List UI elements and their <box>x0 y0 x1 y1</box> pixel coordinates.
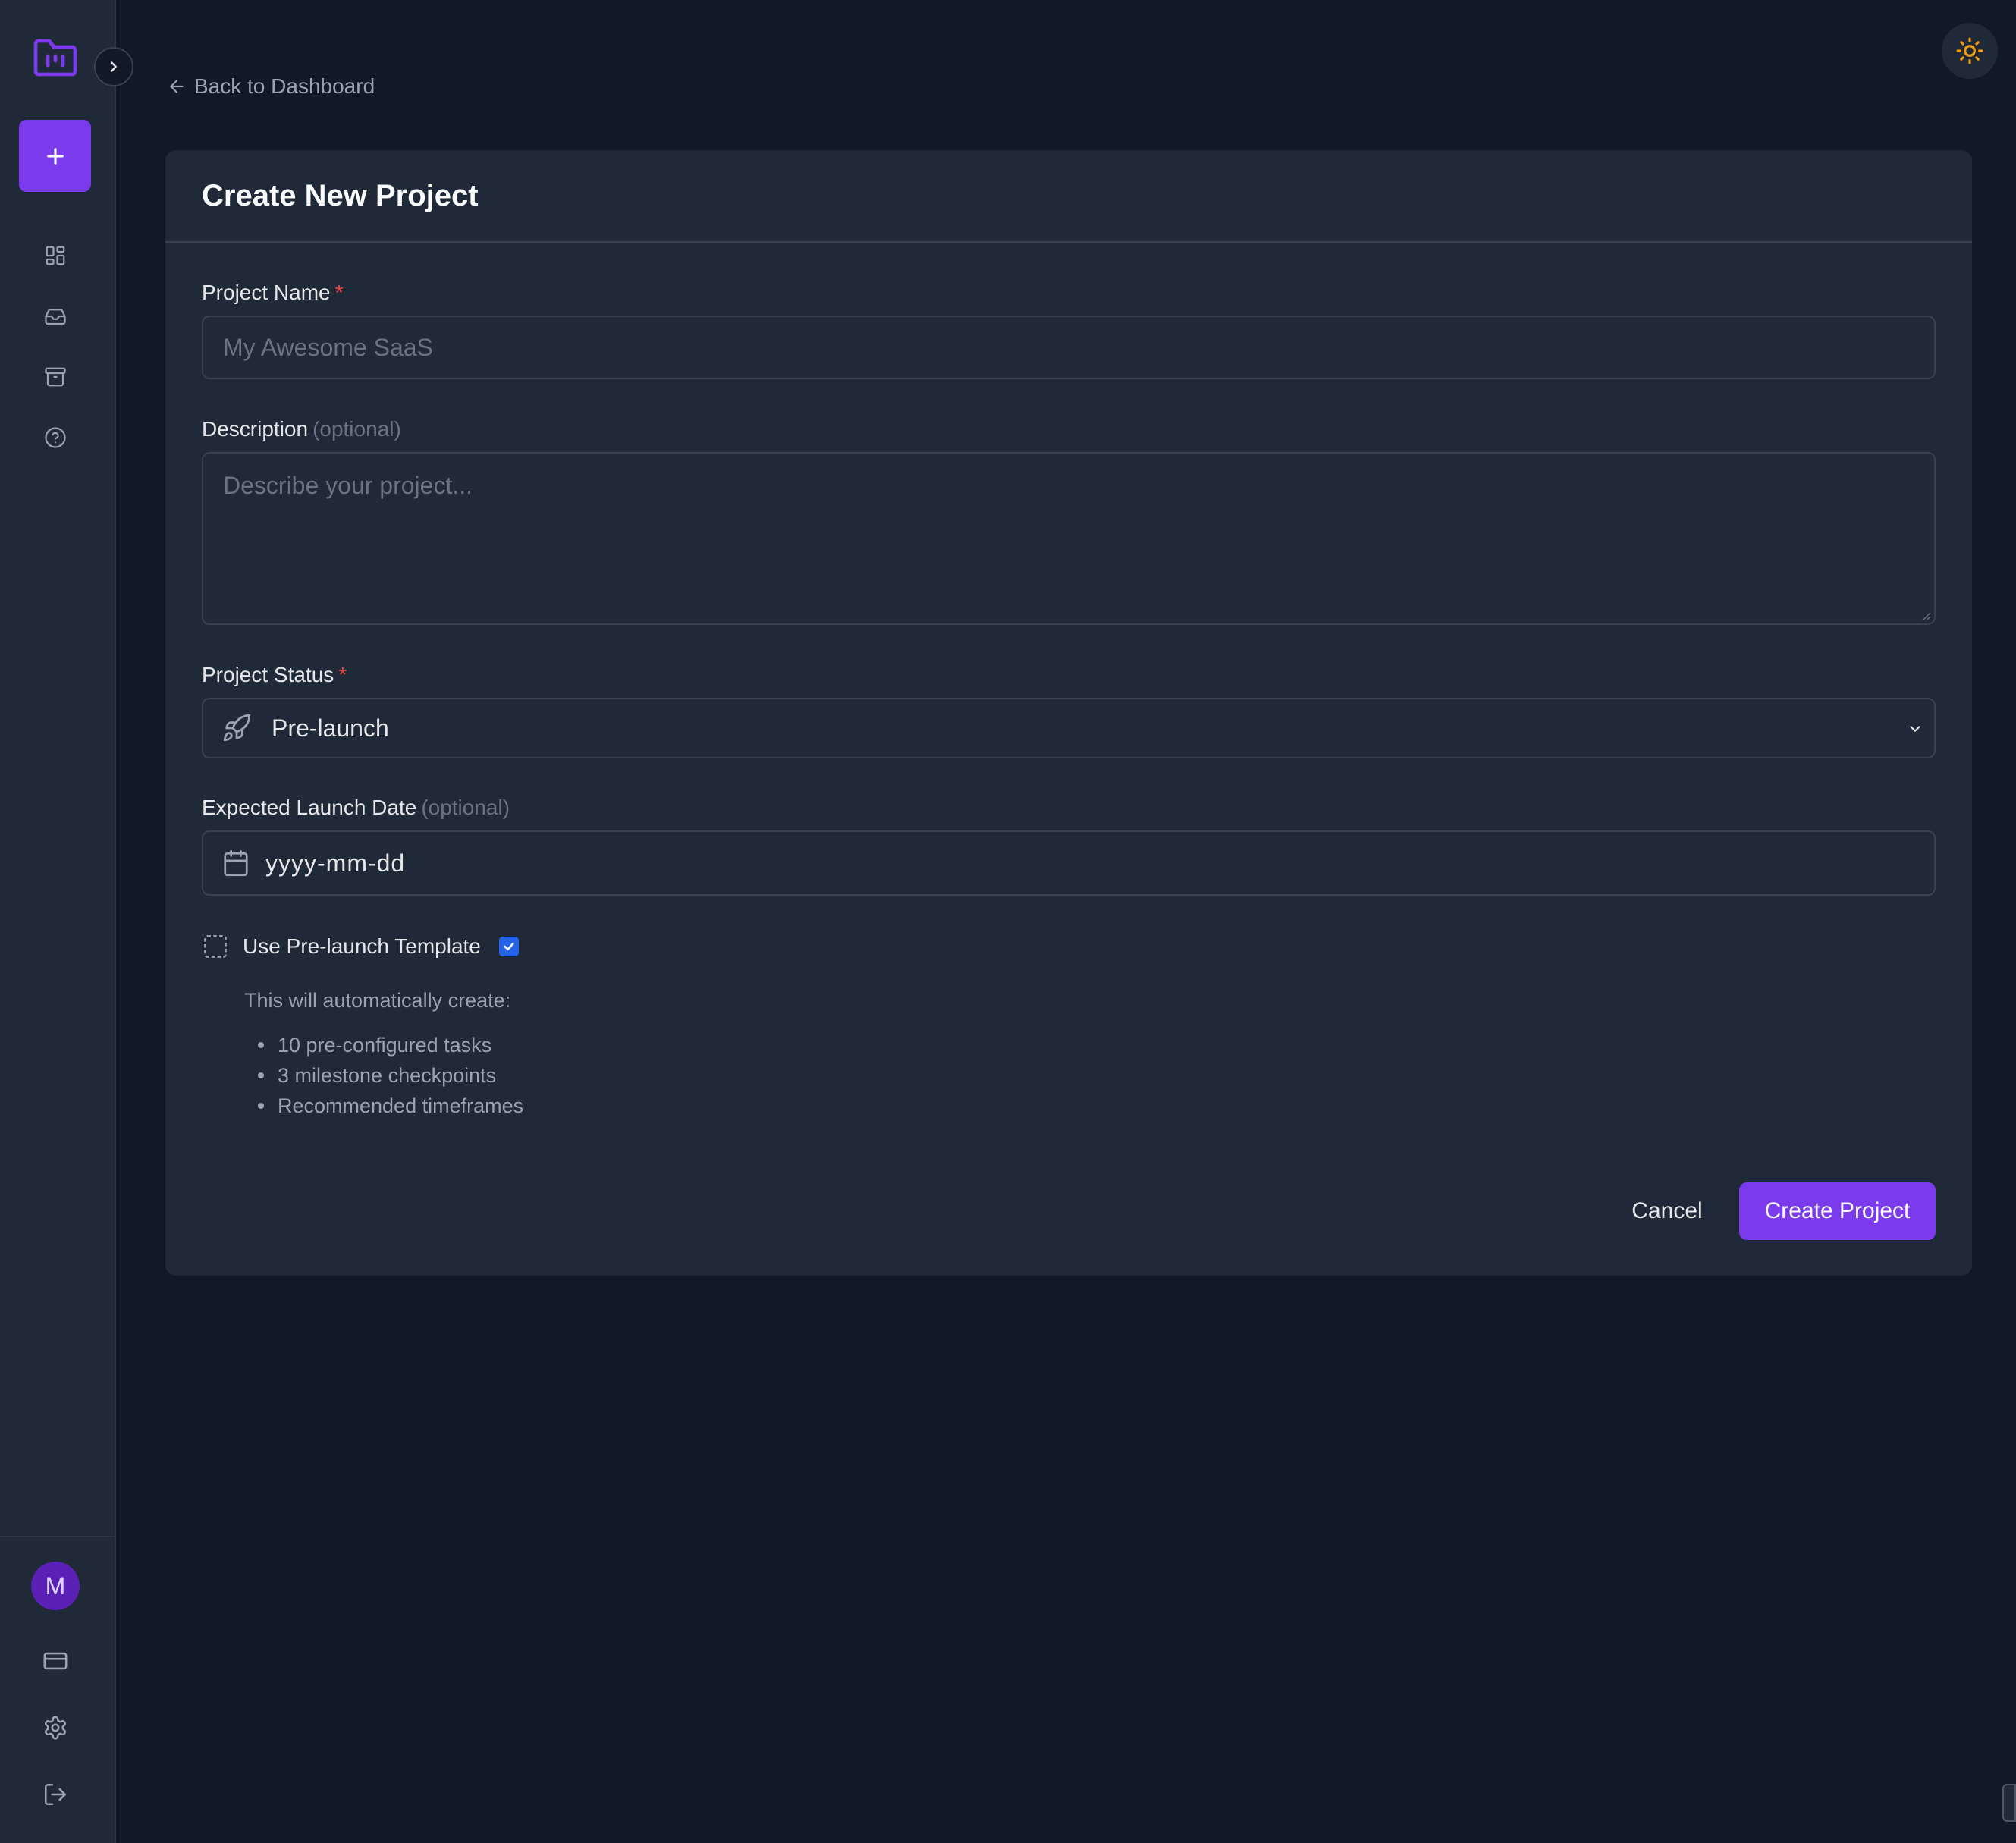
check-icon <box>504 942 514 951</box>
chevron-right-icon <box>111 61 117 72</box>
template-note: This will automatically create: <box>244 989 511 1012</box>
list-item: 3 milestone checkpoints <box>258 1060 523 1091</box>
use-template-checkbox[interactable] <box>498 937 519 956</box>
launch-date-input[interactable]: yyyy-mm-dd <box>202 830 1936 896</box>
required-mark: * <box>334 281 344 304</box>
use-template-row[interactable]: Use Pre-launch Template <box>202 930 519 963</box>
back-link-label: Back to Dashboard <box>194 74 375 98</box>
rocket-icon <box>223 714 251 742</box>
new-project-button[interactable] <box>19 120 91 192</box>
sidebar: M <box>0 0 116 1843</box>
optional-note: (optional) <box>312 417 401 441</box>
page-title: Create New Project <box>202 178 479 212</box>
grid-icon[interactable] <box>41 241 70 270</box>
card-header: Create New Project <box>165 150 1972 243</box>
plus-icon <box>46 147 64 165</box>
inbox-icon[interactable] <box>41 302 70 331</box>
project-name-placeholder: My Awesome SaaS <box>223 333 433 361</box>
template-items-list: 10 pre-configured tasks 3 milestone chec… <box>258 1030 523 1121</box>
scroll-handle[interactable] <box>2002 1784 2016 1822</box>
launch-date-label: Expected Launch Date (optional) <box>202 796 510 820</box>
dashed-square-icon <box>204 935 227 958</box>
chevron-down-icon <box>1910 726 1920 732</box>
launch-date-label-text: Expected Launch Date <box>202 796 417 819</box>
gear-icon[interactable] <box>41 1713 70 1742</box>
expand-sidebar-button[interactable] <box>94 47 133 86</box>
list-item: Recommended timeframes <box>258 1091 523 1121</box>
list-item: 10 pre-configured tasks <box>258 1030 523 1060</box>
required-mark: * <box>338 663 347 686</box>
create-project-card: Create New Project Project Name * My Awes… <box>165 150 1972 1276</box>
cancel-button[interactable]: Cancel <box>1609 1182 1725 1240</box>
logout-icon[interactable] <box>41 1780 70 1809</box>
project-name-label: Project Name * <box>202 281 344 305</box>
archive-icon[interactable] <box>41 363 70 391</box>
launch-date-placeholder: yyyy-mm-dd <box>265 849 406 877</box>
project-name-input[interactable]: My Awesome SaaS <box>202 316 1936 379</box>
sun-icon <box>1956 37 1983 64</box>
avatar[interactable]: M <box>31 1562 80 1610</box>
credit-card-icon[interactable] <box>41 1647 70 1675</box>
description-label: Description (optional) <box>202 417 401 441</box>
back-to-dashboard-link[interactable]: Back to Dashboard <box>167 73 375 100</box>
project-name-label-text: Project Name <box>202 281 331 304</box>
project-status-select[interactable]: Pre-launch <box>202 698 1936 758</box>
create-project-button[interactable]: Create Project <box>1739 1182 1936 1240</box>
project-status-label-text: Project Status <box>202 663 334 686</box>
project-status-value: Pre-launch <box>272 714 389 742</box>
project-status-label: Project Status * <box>202 663 347 687</box>
help-circle-icon[interactable] <box>41 423 70 452</box>
arrow-left-icon <box>170 80 184 93</box>
description-placeholder: Describe your project... <box>223 472 473 499</box>
resize-grip-icon[interactable] <box>1920 610 1931 620</box>
description-label-text: Description <box>202 417 309 441</box>
calendar-icon[interactable] <box>221 849 250 878</box>
optional-note: (optional) <box>421 796 510 819</box>
sidebar-divider <box>0 1536 116 1537</box>
description-textarea[interactable]: Describe your project... <box>202 452 1936 625</box>
theme-toggle-button[interactable] <box>1942 23 1998 79</box>
folder-kanban-icon[interactable] <box>31 36 80 79</box>
use-template-label: Use Pre-launch Template <box>243 934 481 958</box>
